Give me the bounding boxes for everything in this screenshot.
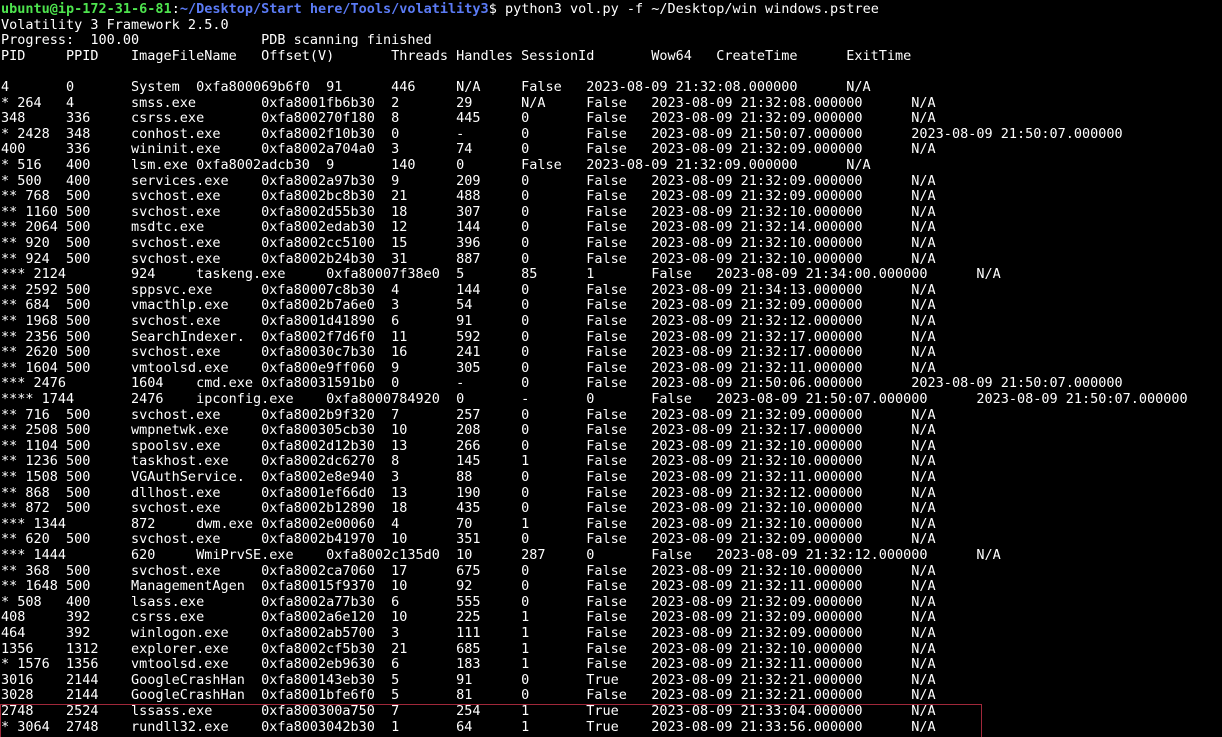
process-row: 400 336 wininit.exe 0xfa8002a704a0 3 74 … xyxy=(1,141,936,158)
process-row: ** 1508 500 VGAuthService. 0xfa8002e8e94… xyxy=(1,469,936,485)
process-row: * 1576 1356 vmtoolsd.exe 0xfa8002eb9630 … xyxy=(1,656,936,673)
process-row: ** 1236 500 taskhost.exe 0xfa8002dc6270 … xyxy=(1,453,936,470)
process-row: ** 1104 500 spoolsv.exe 0xfa8002d12b30 1… xyxy=(1,437,936,454)
process-row: 348 336 csrss.exe 0xfa800270f180 8 445 0… xyxy=(1,110,936,127)
prompt-symbol: $ xyxy=(488,1,505,17)
process-row: ** 716 500 svchost.exe 0xfa8002b9f320 7 … xyxy=(1,406,936,423)
process-row: ** 368 500 svchost.exe 0xfa8002ca7060 17… xyxy=(1,562,936,579)
process-row: ** 620 500 svchost.exe 0xfa8002b41970 10… xyxy=(1,531,936,548)
process-row: 2748 2524 lssass.exe 0xfa800300a750 7 25… xyxy=(1,703,936,719)
process-row: ** 868 500 dllhost.exe 0xfa8001ef66d0 13… xyxy=(1,484,936,501)
process-row: * 508 400 lsass.exe 0xfa8002a77b30 6 555… xyxy=(1,593,936,610)
process-row: 4 0 System 0xfa800069b6f0 91 446 N/A Fal… xyxy=(1,79,871,95)
process-row: 1356 1312 explorer.exe 0xfa8002cf5b30 21… xyxy=(1,640,936,657)
process-row: *** 2476 1604 cmd.exe 0xfa80031591b0 0 -… xyxy=(1,375,1123,392)
progress-line: Progress: 100.00 PDB scanning finished xyxy=(1,32,432,49)
banner-line: Volatility 3 Framework 2.5.0 xyxy=(1,16,229,33)
command-prompt-line: ubuntu@ip-172-31-6-81:~/Desktop/Start he… xyxy=(1,1,879,18)
process-row: * 3064 2748 rundll32.exe 0xfa8003042b30 … xyxy=(1,718,936,735)
process-row: ** 768 500 svchost.exe 0xfa8002bc8b30 21… xyxy=(1,188,936,205)
process-row: ** 2592 500 sppsvc.exe 0xfa80007c8b30 4 … xyxy=(1,281,936,298)
process-row: ** 920 500 svchost.exe 0xfa8002cc5100 15… xyxy=(1,235,936,251)
table-header: PID PPID ImageFileName Offset(V) Threads… xyxy=(1,47,912,64)
process-row: 3028 2144 GoogleCrashHan 0xfa8001bfe6f0 … xyxy=(1,687,936,704)
process-row: *** 2124 924 taskeng.exe 0xfa80007f38e0 … xyxy=(1,266,1001,283)
prompt-separator: : xyxy=(171,1,180,17)
process-row: ** 2508 500 wmpnetwk.exe 0xfa800305cb30 … xyxy=(1,422,936,439)
process-row: ** 1648 500 ManagementAgen 0xfa80015f937… xyxy=(1,578,936,595)
process-row: ** 1160 500 svchost.exe 0xfa8002d55b30 1… xyxy=(1,203,936,220)
process-row: ** 2064 500 msdtc.exe 0xfa8002edab30 12 … xyxy=(1,219,936,236)
process-row: ** 924 500 svchost.exe 0xfa8002b24b30 31… xyxy=(1,250,936,267)
terminal-window[interactable]: ubuntu@ip-172-31-6-81:~/Desktop/Start he… xyxy=(0,0,1222,737)
process-row: *** 1344 872 dwm.exe 0xfa8002e00060 4 70… xyxy=(1,515,936,532)
process-row: * 264 4 smss.exe 0xfa8001fb6b30 2 29 N/A… xyxy=(1,94,936,111)
process-row: ** 872 500 svchost.exe 0xfa8002b12890 18… xyxy=(1,500,936,517)
process-row: ** 684 500 vmacthlp.exe 0xfa8002b7a6e0 3… xyxy=(1,297,936,314)
process-row: **** 1744 2476 ipconfig.exe 0xfa80007849… xyxy=(1,391,1188,407)
process-row: ** 1604 500 vmtoolsd.exe 0xfa800e9ff060 … xyxy=(1,359,936,376)
prompt-path: ~/Desktop/Start here/Tools/volatility3 xyxy=(179,1,489,17)
process-row: 3016 2144 GoogleCrashHan 0xfa800143eb30 … xyxy=(1,671,936,688)
process-row: ** 1968 500 svchost.exe 0xfa8001d41890 6… xyxy=(1,313,936,329)
process-row: * 516 400 lsm.exe 0xfa8002adcb30 9 140 0… xyxy=(1,157,871,173)
process-row: * 2428 348 conhost.exe 0xfa8002f10b30 0 … xyxy=(1,125,1123,142)
process-row: ** 2620 500 svchost.exe 0xfa80030c7b30 1… xyxy=(1,344,936,361)
process-row: 464 392 winlogon.exe 0xfa8002ab5700 3 11… xyxy=(1,625,936,641)
process-row: * 500 400 services.exe 0xfa8002a97b30 9 … xyxy=(1,172,936,189)
process-row: ** 2356 500 SearchIndexer. 0xfa8002f7d6f… xyxy=(1,328,936,345)
process-row: 408 392 csrss.exe 0xfa8002a6e120 10 225 … xyxy=(1,609,936,626)
command-text: python3 vol.py -f ~/Desktop/win windows.… xyxy=(504,1,879,17)
prompt-user-host: ubuntu@ip-172-31-6-81 xyxy=(1,1,172,17)
process-row: *** 1444 620 WmiPrvSE.exe 0xfa8002c135d0… xyxy=(1,547,1001,563)
